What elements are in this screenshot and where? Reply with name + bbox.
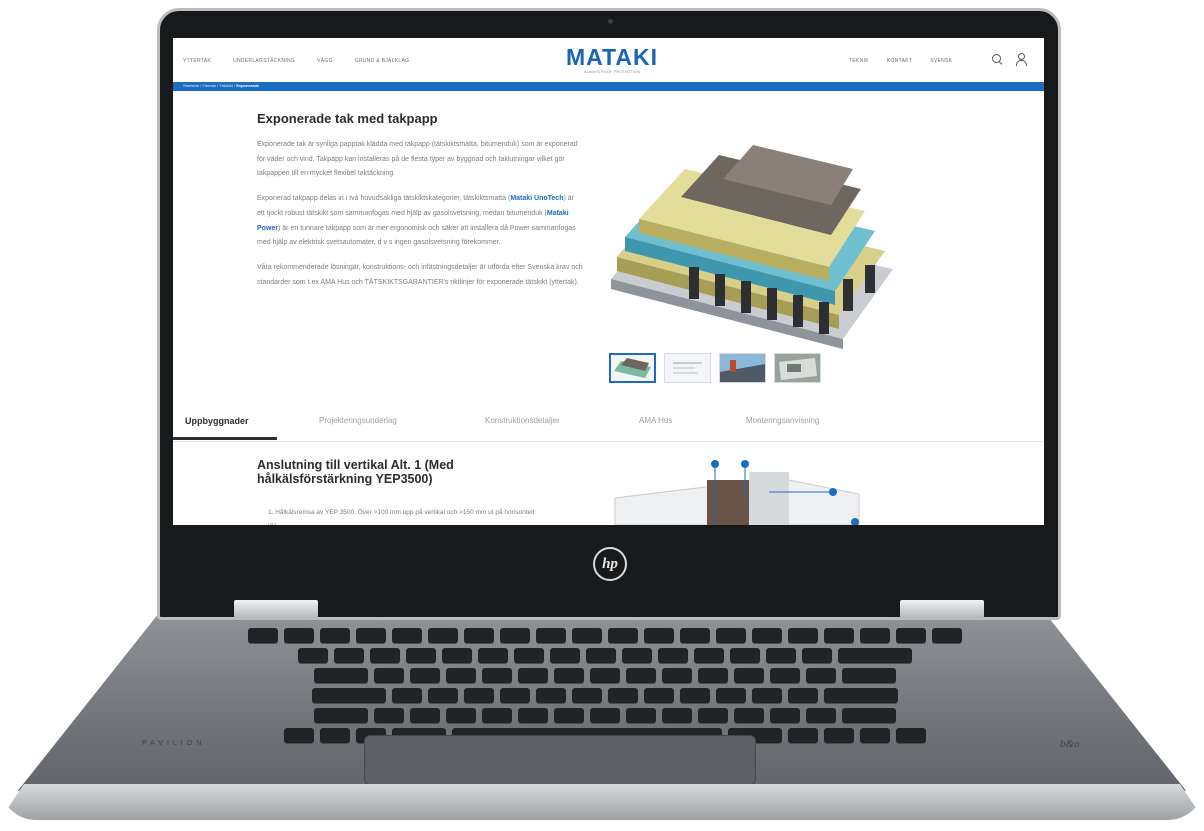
tab-uppbyggnader[interactable]: Uppbyggnader <box>185 416 249 426</box>
intro-paragraph-3: Våra rekommenderade lösningar, konstrukt… <box>257 263 583 286</box>
user-icon[interactable] <box>1015 53 1027 66</box>
nav-right: TEKNIK KONTAKT SVENSK <box>849 58 952 64</box>
page-title: Exponerade tak med takpapp <box>257 111 438 126</box>
site-logo[interactable]: MATAKI ALWAYS ROOF PROTECTION <box>553 44 671 74</box>
nav-item-grund[interactable]: GRUND & BJÄLKLAG <box>355 58 410 64</box>
tab-konstruktionsdetaljer[interactable]: Konstruktionsdetaljer <box>485 416 560 425</box>
intro-paragraph-1: Exponerade tak är synliga papptak klädda… <box>257 141 578 178</box>
thumbnail-roof-photo[interactable] <box>719 353 766 383</box>
link-unotech[interactable]: Mataki UnoTech <box>510 195 563 202</box>
image-thumbnails <box>609 353 821 383</box>
audio-logo: b&o <box>1060 738 1080 750</box>
search-icon[interactable] <box>991 53 1003 65</box>
nav-item-kontakt[interactable]: KONTAKT <box>887 58 912 64</box>
active-tab-indicator <box>173 437 277 440</box>
connection-detail-drawing <box>614 460 860 525</box>
model-label: PAVILION <box>142 740 206 747</box>
section-list-item-1: 1. Hålkälsremsa av YEP 3500. Över >100 m… <box>268 509 535 525</box>
nav-item-language[interactable]: SVENSK <box>930 58 952 64</box>
hp-logo: hp <box>593 547 627 581</box>
logo-text: MATAKI <box>565 44 658 70</box>
hinge-right <box>900 600 984 618</box>
keyboard <box>150 628 1060 743</box>
hinge-left <box>234 600 318 618</box>
tab-ama-hus[interactable]: AMA Hus <box>639 416 672 425</box>
touchpad <box>364 735 756 785</box>
webcam <box>608 19 613 24</box>
top-nav: YTTERTAK UNDERLAGSTÄCKNING VÄGG GRUND & … <box>173 38 1044 82</box>
content-tabs: Uppbyggnader Projekteringsunderlag Konst… <box>173 412 1044 442</box>
nav-item-vagg[interactable]: VÄGG <box>317 58 333 64</box>
thumbnail-document[interactable] <box>664 353 711 383</box>
laptop-scene: PAVILION b&o hp YTTERTAK UNDERLAGSTÄCKNI… <box>0 0 1204 831</box>
intro-content: Exponerade tak med takpapp Exponerade ta… <box>257 111 583 300</box>
tab-monteringsanvisning[interactable]: Monteringsanvisning <box>746 416 819 425</box>
tab-projekteringsunderlag[interactable]: Projekteringsunderlag <box>319 416 397 425</box>
breadcrumb-bar: Startsida / Yttertak / Tätskikt / Expone… <box>173 82 1044 91</box>
intro-paragraph-2: Exponerad takpapp delas in i två huvudsa… <box>257 195 576 247</box>
breadcrumb: Startsida / Yttertak / Tätskikt / Expone… <box>183 83 259 88</box>
screen: YTTERTAK UNDERLAGSTÄCKNING VÄGG GRUND & … <box>173 38 1044 525</box>
thumbnail-roof-layers[interactable] <box>609 353 656 383</box>
nav-item-teknik[interactable]: TEKNIK <box>849 58 869 64</box>
nav-item-yttertak[interactable]: YTTERTAK <box>183 58 211 64</box>
nav-left: YTTERTAK UNDERLAGSTÄCKNING VÄGG GRUND & … <box>183 58 409 64</box>
laptop-base-front <box>0 784 1204 820</box>
thumbnail-aerial-photo[interactable] <box>774 353 821 383</box>
section-title: Anslutning till vertikal Alt. 1 (Med hål… <box>257 458 454 486</box>
breadcrumb-current: Exponerade <box>236 83 260 88</box>
breadcrumb-trail[interactable]: Startsida / Yttertak / Tätskikt / <box>183 83 235 88</box>
nav-icons <box>991 53 1027 66</box>
roof-layers-illustration <box>611 145 893 349</box>
nav-item-underlag[interactable]: UNDERLAGSTÄCKNING <box>233 58 295 64</box>
